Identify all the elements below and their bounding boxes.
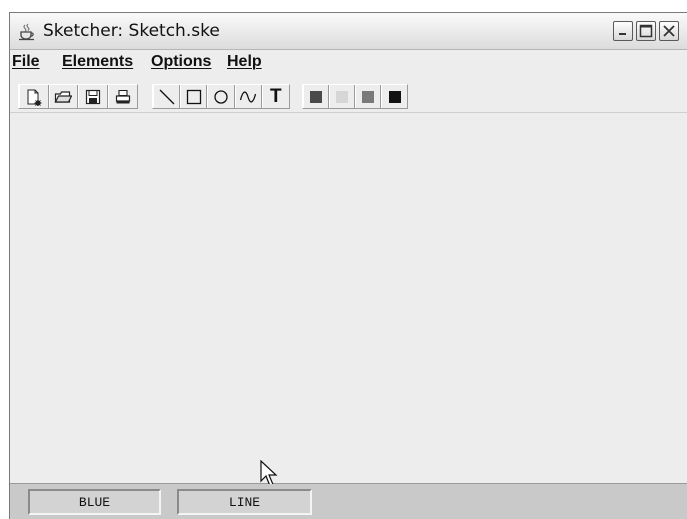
rectangle-icon xyxy=(186,89,201,104)
window-title: Sketcher: Sketch.ske xyxy=(43,21,220,41)
status-color-pane: BLUE xyxy=(28,489,161,515)
circle-tool-button[interactable] xyxy=(207,85,235,108)
new-file-button[interactable] xyxy=(19,85,49,108)
curve-icon xyxy=(240,90,257,103)
curve-tool-button[interactable] xyxy=(234,85,262,108)
rectangle-tool-button[interactable] xyxy=(180,85,208,108)
text-icon: T xyxy=(270,86,282,107)
file-tools-group xyxy=(18,84,138,109)
circle-icon xyxy=(214,89,228,104)
new-file-icon xyxy=(27,89,42,106)
menu-help[interactable]: Help xyxy=(227,53,262,71)
close-icon xyxy=(663,25,675,37)
close-button[interactable] xyxy=(659,21,679,41)
menu-bar: File Elements Options Help xyxy=(10,50,687,76)
blue-color-button[interactable] xyxy=(381,85,407,108)
print-icon xyxy=(115,89,130,103)
title-bar[interactable]: Sketcher: Sketch.ske xyxy=(10,13,687,50)
save-button[interactable] xyxy=(78,85,108,108)
yellow-swatch-icon xyxy=(336,90,348,103)
maximize-icon xyxy=(639,24,653,38)
open-file-button[interactable] xyxy=(48,85,78,108)
line-icon xyxy=(159,89,175,104)
red-color-button[interactable] xyxy=(303,85,329,108)
minimize-icon xyxy=(619,33,626,35)
open-file-icon xyxy=(54,90,73,103)
sketcher-window: Sketcher: Sketch.ske File Elements Optio… xyxy=(9,12,687,519)
drawing-canvas[interactable] xyxy=(10,113,687,487)
minimize-button[interactable] xyxy=(613,21,633,41)
status-bar: BLUE LINE xyxy=(10,484,687,519)
menu-elements[interactable]: Elements xyxy=(62,53,133,71)
menu-options[interactable]: Options xyxy=(151,53,211,71)
line-tool-button[interactable] xyxy=(153,85,181,108)
status-element-type-pane: LINE xyxy=(177,489,312,515)
save-icon xyxy=(85,89,100,104)
yellow-color-button[interactable] xyxy=(329,85,355,108)
element-tools-group: T xyxy=(152,84,290,109)
toolbar: T xyxy=(10,81,687,113)
red-swatch-icon xyxy=(310,90,322,103)
text-tool-button[interactable]: T xyxy=(261,85,289,108)
blue-swatch-icon xyxy=(388,90,401,103)
color-tools-group xyxy=(302,84,408,109)
print-button[interactable] xyxy=(107,85,138,108)
java-cup-icon xyxy=(17,22,37,42)
green-color-button[interactable] xyxy=(355,85,381,108)
maximize-button[interactable] xyxy=(636,21,656,41)
menu-file[interactable]: File xyxy=(12,53,40,71)
green-swatch-icon xyxy=(362,90,374,103)
